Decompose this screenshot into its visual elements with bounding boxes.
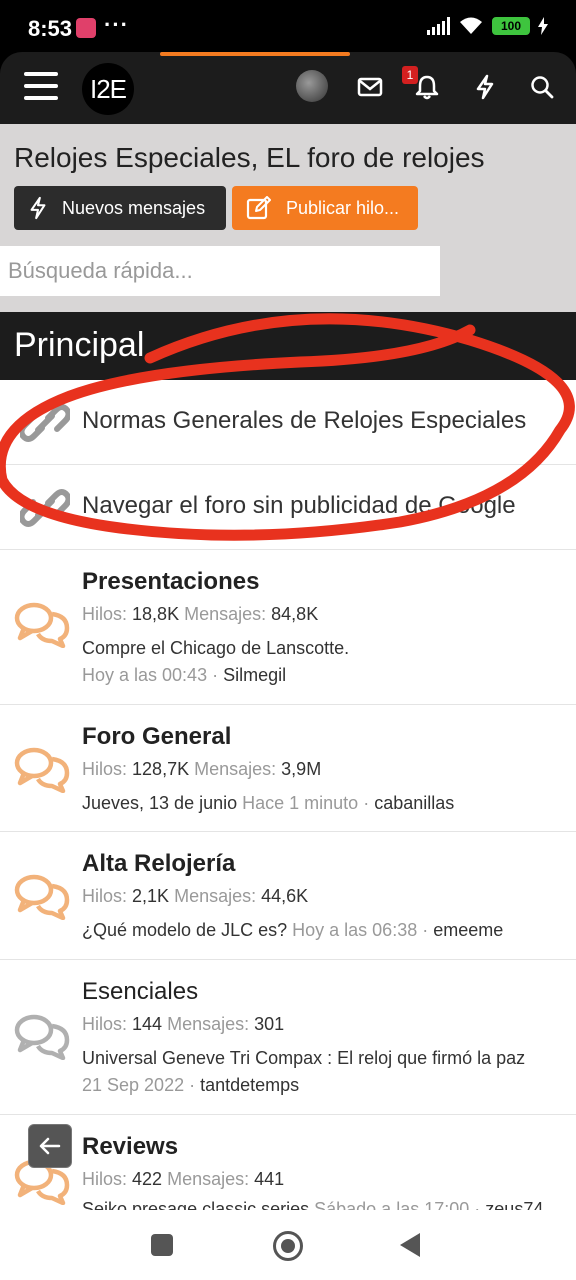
signal-icon bbox=[427, 17, 450, 35]
forum-stats: Hilos: 422 Mensajes: 441 bbox=[82, 1169, 285, 1189]
chat-bubbles-orange-icon bbox=[14, 872, 70, 925]
status-icons: 100 bbox=[427, 16, 548, 36]
new-posts-label: Nuevos mensajes bbox=[62, 197, 206, 218]
forum-list: Normas Generales de Relojes Especiales N… bbox=[0, 380, 576, 1210]
battery-icon: 100 bbox=[492, 17, 530, 35]
forum-stats: Hilos: 2,1K Mensajes: 44,6K bbox=[82, 886, 309, 906]
avatar[interactable] bbox=[296, 70, 328, 102]
edit-icon bbox=[246, 196, 272, 220]
forum-row[interactable]: Presentaciones Hilos: 18,8K Mensajes: 84… bbox=[0, 550, 576, 705]
link-icon bbox=[18, 485, 72, 536]
app-notification-icon bbox=[76, 18, 96, 38]
forum-row[interactable]: Esenciales Hilos: 144 Mensajes: 301 Univ… bbox=[0, 960, 576, 1115]
status-bar: 8:53 ··· 100 bbox=[0, 0, 576, 58]
forum-name[interactable]: Foro General bbox=[82, 723, 231, 751]
chat-bubbles-orange-icon bbox=[14, 600, 70, 653]
chat-bubbles-gray-icon bbox=[14, 1012, 70, 1065]
forum-name[interactable]: Reviews bbox=[82, 1133, 178, 1161]
list-item[interactable]: Normas Generales de Relojes Especiales bbox=[0, 380, 576, 465]
link-icon bbox=[18, 400, 72, 451]
link-label: Normas Generales de Relojes Especiales bbox=[82, 407, 527, 434]
chat-bubbles-orange-icon bbox=[14, 745, 70, 798]
list-item[interactable]: Navegar el foro sin publicidad de Google bbox=[0, 465, 576, 550]
forum-row[interactable]: Alta Relojería Hilos: 2,1K Mensajes: 44,… bbox=[0, 832, 576, 960]
forum-stats: Hilos: 128,7K Mensajes: 3,9M bbox=[82, 759, 322, 779]
link-label: Navegar el foro sin publicidad de Google bbox=[82, 492, 516, 519]
latest-meta: 21 Sep 2022 · tantdetemps bbox=[82, 1075, 300, 1095]
latest-meta: Jueves, 13 de junio Hace 1 minuto · caba… bbox=[82, 793, 455, 813]
charging-icon bbox=[538, 17, 548, 35]
back-button[interactable] bbox=[400, 1233, 420, 1257]
notification-badge: 1 bbox=[402, 66, 418, 84]
lightning-icon bbox=[28, 196, 48, 220]
forum-hero: Relojes Especiales, EL foro de relojes N… bbox=[0, 124, 576, 314]
back-arrow-button[interactable] bbox=[28, 1124, 72, 1168]
latest-meta[interactable]: Seiko presage classic series Sábado a la… bbox=[82, 1199, 543, 1210]
forum-row[interactable]: Reviews Hilos: 422 Mensajes: 441 Seiko p… bbox=[0, 1115, 576, 1210]
system-nav-bar bbox=[0, 1210, 576, 1280]
forum-stats: Hilos: 18,8K Mensajes: 84,8K bbox=[82, 604, 319, 624]
quick-search-input[interactable]: Búsqueda rápida... bbox=[0, 246, 440, 296]
forum-name[interactable]: Esenciales bbox=[82, 978, 198, 1006]
new-posts-button[interactable]: Nuevos mensajes bbox=[14, 186, 226, 230]
post-thread-button[interactable]: Publicar hilo... bbox=[232, 186, 418, 230]
latest-thread-link[interactable]: Compre el Chicago de Lanscotte. bbox=[82, 638, 349, 659]
latest-thread-link[interactable]: Universal Geneve Tri Compax : El reloj q… bbox=[82, 1048, 525, 1069]
post-thread-label: Publicar hilo... bbox=[286, 197, 400, 218]
section-title: Principal bbox=[14, 326, 145, 364]
lightning-icon[interactable] bbox=[470, 72, 500, 102]
latest-meta[interactable]: ¿Qué modelo de JLC es? Hoy a las 06:38 ·… bbox=[82, 920, 503, 941]
section-header: Principal bbox=[0, 312, 576, 380]
menu-icon[interactable] bbox=[24, 72, 58, 100]
recents-button[interactable] bbox=[151, 1234, 173, 1256]
forum-name[interactable]: Alta Relojería bbox=[82, 850, 235, 878]
more-notifications-icon: ··· bbox=[104, 12, 129, 37]
forum-name[interactable]: Presentaciones bbox=[82, 568, 259, 596]
loading-accent-bar bbox=[160, 52, 350, 56]
wifi-icon bbox=[460, 17, 482, 34]
app-header: I2E bbox=[0, 52, 576, 124]
inbox-icon[interactable] bbox=[355, 72, 385, 102]
arrow-left-icon bbox=[39, 1137, 61, 1155]
site-logo[interactable]: I2E bbox=[82, 63, 134, 115]
latest-meta: Hoy a las 00:43 · Silmegil bbox=[82, 665, 287, 685]
forum-stats: Hilos: 144 Mensajes: 301 bbox=[82, 1014, 285, 1034]
search-icon[interactable] bbox=[527, 72, 557, 102]
home-button[interactable] bbox=[273, 1231, 303, 1261]
status-time: 8:53 bbox=[28, 16, 73, 41]
page-title: Relojes Especiales, EL foro de relojes bbox=[14, 142, 485, 173]
forum-row[interactable]: Foro General Hilos: 128,7K Mensajes: 3,9… bbox=[0, 705, 576, 832]
